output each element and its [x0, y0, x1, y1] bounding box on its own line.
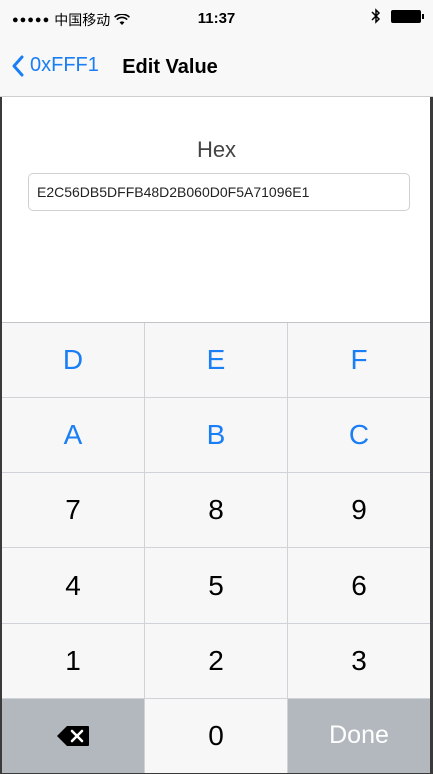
key-4[interactable]: 4	[2, 548, 144, 623]
key-0[interactable]: 0	[145, 698, 287, 773]
key-7[interactable]: 7	[2, 473, 144, 548]
key-1[interactable]: 1	[2, 623, 144, 698]
hex-label: Hex	[196, 137, 237, 162]
key-8[interactable]: 8	[145, 473, 287, 548]
backspace-icon	[57, 725, 89, 746]
key-2[interactable]: 2	[145, 623, 287, 698]
key-9[interactable]: 9	[288, 473, 430, 548]
key-b[interactable]: B	[145, 398, 287, 473]
key-c[interactable]: C	[288, 398, 430, 473]
key-e[interactable]: E	[145, 323, 287, 398]
navigation-bar: 0xFFF1 Edit Value	[0, 40, 433, 97]
delete-button[interactable]	[2, 698, 144, 773]
hex-value-input[interactable]	[28, 173, 410, 211]
done-button[interactable]: Done	[288, 698, 430, 773]
key-5[interactable]: 5	[145, 548, 287, 623]
key-f[interactable]: F	[288, 323, 430, 398]
key-3[interactable]: 3	[288, 623, 430, 698]
status-time: 11:37	[197, 10, 236, 27]
key-d[interactable]: D	[2, 323, 144, 398]
battery-icon	[391, 9, 424, 23]
key-6[interactable]: 6	[288, 548, 430, 623]
key-a[interactable]: A	[2, 398, 144, 473]
status-bar: ●●●●● 中国移动 11:37	[0, 0, 433, 40]
page-title: Edit Value	[122, 56, 218, 78]
bluetooth-icon	[371, 8, 381, 24]
hex-keypad: D E F A B C 7 8 9 4 5 6 1 2 3 0 Done	[2, 322, 430, 773]
